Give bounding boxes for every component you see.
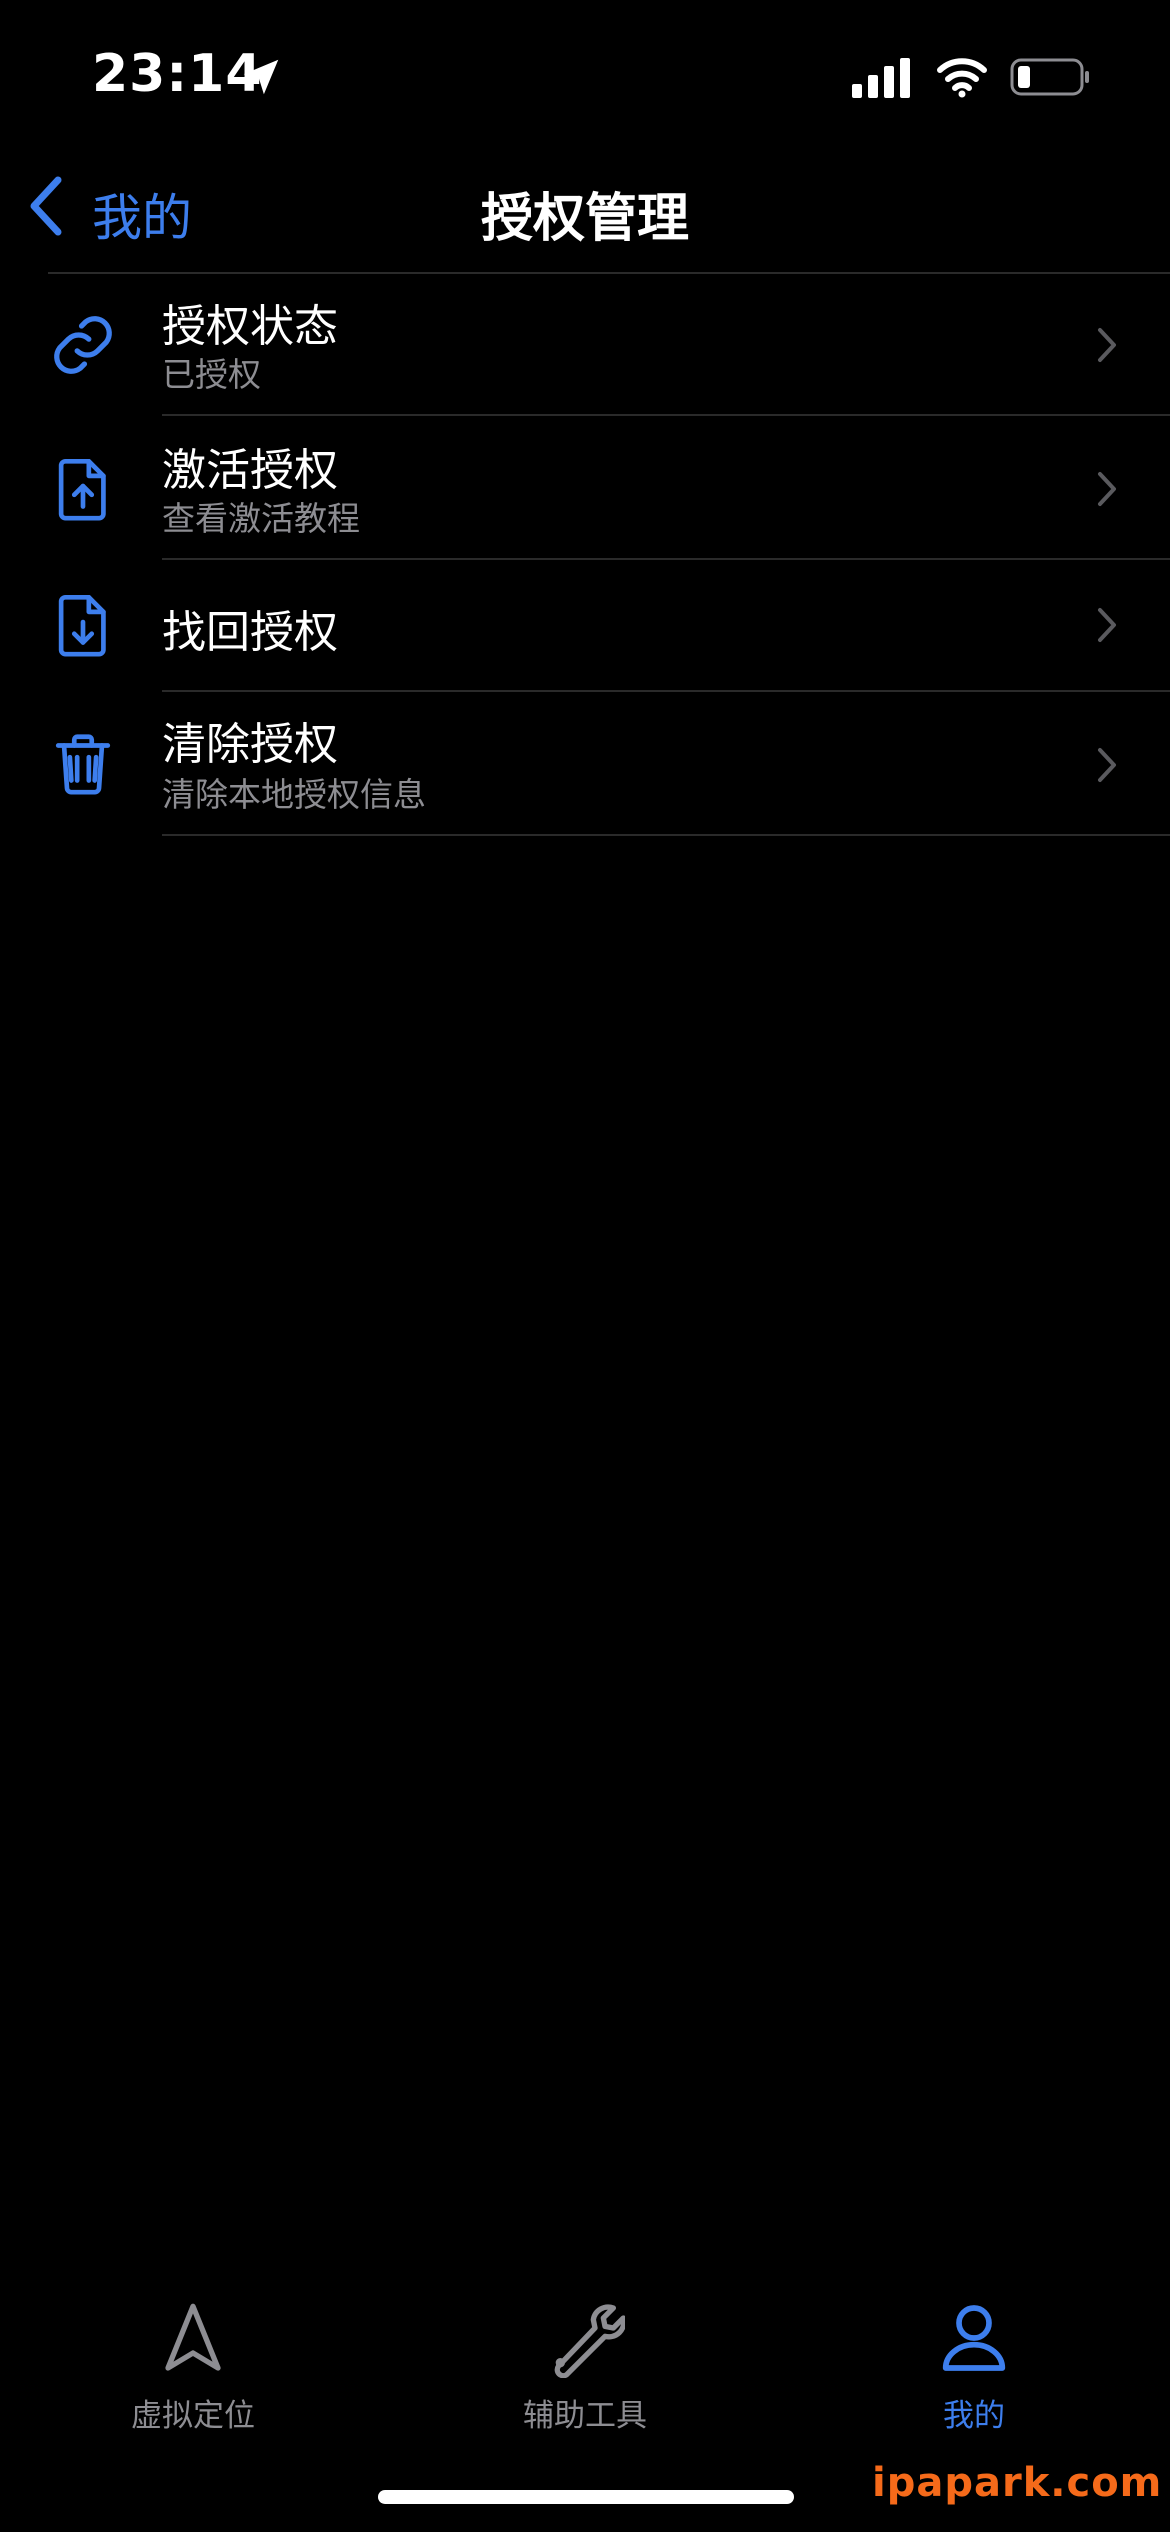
link-icon [54,316,112,374]
watermark: ipapark.com [872,2460,1163,2506]
list-item-subtitle: 已授权 [162,355,261,394]
battery-low-icon [1010,58,1089,96]
page-title: 授权管理 [480,189,689,249]
list-item-title: 激活授权 [162,445,338,496]
chevron-right-icon [1098,748,1116,782]
wifi-icon [937,58,987,98]
tab-tools[interactable]: 辅助工具 [465,2290,705,2434]
document-download-icon [58,594,106,657]
trash-icon [55,734,111,795]
chevron-right-icon [1098,328,1116,362]
list-item-recover-auth[interactable]: 找回授权 [0,560,1170,692]
list-item-title: 找回授权 [162,607,338,658]
chevron-right-icon [1098,472,1116,506]
tab-label: 辅助工具 [523,2398,647,2434]
list-item-title: 授权状态 [162,301,338,352]
list-item-auth-status[interactable]: 授权状态 已授权 [0,274,1170,416]
tab-label: 虚拟定位 [131,2398,255,2434]
list-item-subtitle: 清除本地授权信息 [162,775,426,814]
cellular-signal-icon [852,58,910,98]
wrench-icon [554,2304,625,2378]
document-upload-icon [58,458,106,521]
status-time: 23:14 [92,44,263,104]
list-item-clear-auth[interactable]: 清除授权 清除本地授权信息 [0,692,1170,836]
list-item-title: 清除授权 [162,719,338,770]
navigation-arrow-icon [165,2303,221,2371]
tab-virtual-location[interactable]: 虚拟定位 [73,2290,313,2434]
list-item-activate-auth[interactable]: 激活授权 查看激活教程 [0,416,1170,560]
list-item-subtitle: 查看激活教程 [162,499,360,538]
tab-label: 我的 [943,2398,1005,2434]
row-divider [162,834,1170,836]
tab-me[interactable]: 我的 [854,2290,1094,2434]
chevron-right-icon [1098,608,1116,642]
location-arrow-icon [243,59,279,95]
home-indicator[interactable] [378,2490,794,2504]
person-icon [942,2305,1006,2371]
